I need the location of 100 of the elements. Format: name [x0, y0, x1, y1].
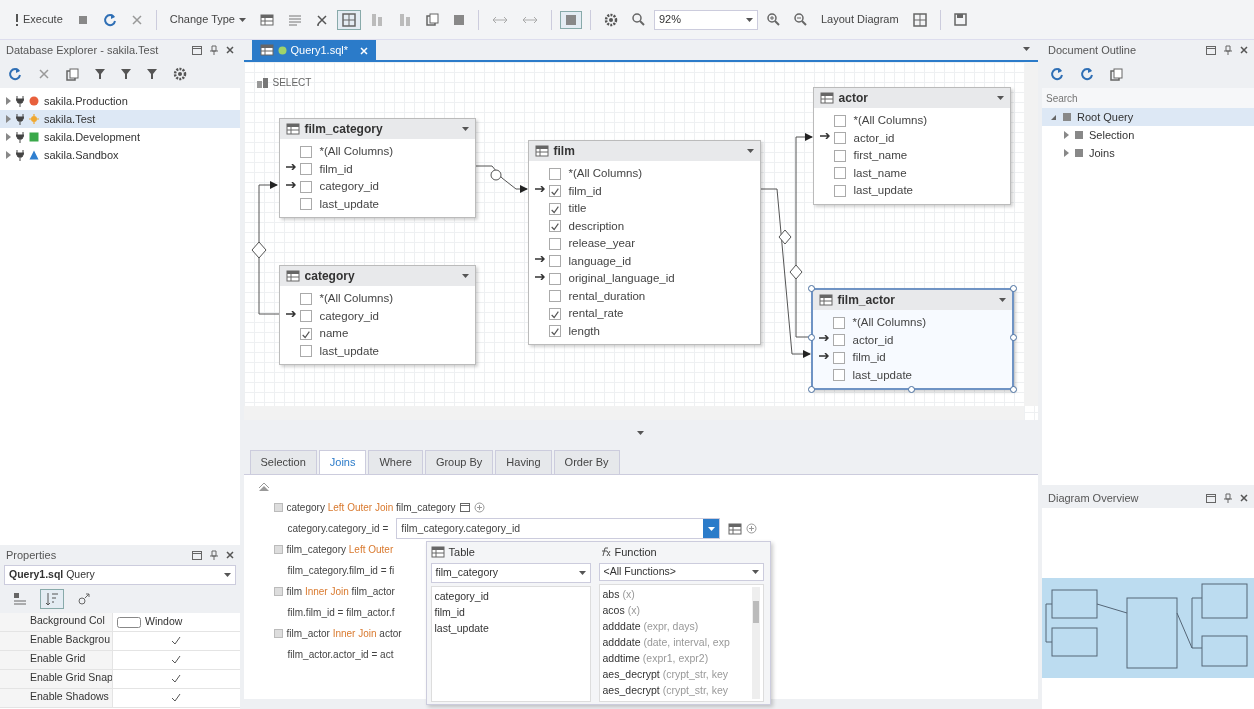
toolbar-button[interactable]	[560, 10, 582, 29]
toolbar-button[interactable]	[337, 9, 361, 30]
checkbox[interactable]	[299, 198, 312, 211]
checkbox[interactable]	[299, 310, 312, 323]
column-name: last_update	[319, 343, 379, 359]
refresh-icon	[102, 12, 117, 27]
function-item[interactable]: aes_decrypt (crypt_str, key	[602, 683, 752, 699]
connection-item[interactable]: sakila.Development	[0, 128, 240, 146]
query-tab[interactable]: Where	[368, 450, 423, 474]
checkbox[interactable]	[299, 292, 312, 305]
checkbox[interactable]	[548, 325, 561, 338]
type-dropdown[interactable]: Change Type	[164, 8, 251, 31]
window-icon	[191, 45, 202, 55]
column-name: rental_duration	[568, 288, 646, 304]
checkbox[interactable]	[832, 334, 845, 347]
vertical-scrollbar[interactable]	[1024, 62, 1038, 406]
checkbox[interactable]	[832, 316, 845, 329]
connection-item[interactable]: sakila.Production	[0, 92, 240, 110]
connection-item[interactable]: sakila.Sandbox	[0, 146, 240, 164]
node-icon	[1074, 130, 1084, 140]
checkbox[interactable]	[548, 290, 561, 303]
column-name: last_name	[853, 165, 907, 181]
sort-icon	[45, 592, 59, 606]
table-dropdown[interactable]: film_category	[430, 563, 591, 583]
resize-handle[interactable]	[1009, 334, 1017, 342]
search-field[interactable]: Search	[1042, 88, 1254, 108]
zoom-field[interactable]: 92%	[654, 9, 758, 30]
checkbox[interactable]	[299, 327, 312, 340]
gear-icon	[604, 12, 618, 27]
status-icon	[277, 45, 287, 55]
function-dropdown[interactable]: <All Functions>	[598, 563, 764, 581]
toolbar-button[interactable]: Execute	[10, 8, 68, 31]
connection-item[interactable]: sakila.Test	[0, 110, 240, 128]
checkbox[interactable]	[299, 180, 312, 193]
query-tab[interactable]: Selection	[249, 450, 317, 474]
expand-arrow-icon	[1064, 149, 1069, 157]
function-item[interactable]: addtime (expr1, expr2)	[602, 651, 752, 667]
funnel-icon	[147, 68, 157, 80]
resize-handle[interactable]	[1009, 285, 1017, 292]
object-selector[interactable]: Query1.sql Query	[4, 565, 236, 585]
list-scrollbar[interactable]	[751, 587, 760, 699]
checkbox[interactable]	[832, 369, 845, 382]
column-name: rental_rate	[568, 306, 624, 322]
checkbox[interactable]	[548, 272, 561, 285]
outline-item[interactable]: Root Query	[1042, 108, 1254, 126]
checkbox[interactable]	[548, 220, 561, 233]
table-box[interactable]: film *(All Columns) film_id title description release_year language_id original_language_id rental_duration rental_rate length	[527, 140, 761, 345]
resize-handle[interactable]	[908, 386, 916, 393]
function-item[interactable]: adddate (expr, days)	[602, 619, 752, 635]
checkbox[interactable]	[548, 307, 561, 320]
checkbox[interactable]	[832, 351, 845, 364]
checkbox[interactable]	[833, 114, 846, 127]
table-box[interactable]: actor *(All Columns) actor_id first_name last_name last_update	[812, 87, 1011, 205]
expand-arrow-icon	[6, 97, 11, 105]
grid-icon	[912, 12, 927, 27]
table-box[interactable]: category *(All Columns) category_id name last_update	[278, 265, 476, 365]
column-item[interactable]: category_id	[434, 589, 587, 605]
outline-item[interactable]: Selection	[1042, 126, 1254, 144]
expand-arrow-icon	[6, 115, 11, 123]
outline-item[interactable]: Joins	[1042, 144, 1254, 162]
query-tab[interactable]: Group By	[424, 450, 494, 474]
caret-icon	[1023, 46, 1030, 51]
checkbox[interactable]	[299, 145, 312, 158]
key-link-icon	[818, 352, 829, 359]
plug-icon	[16, 95, 24, 107]
view-mode-button[interactable]	[40, 589, 64, 609]
column-item[interactable]: film_id	[434, 605, 587, 621]
function-item[interactable]: aes_decrypt (crypt_str, key	[602, 667, 752, 683]
table-box[interactable]: film_category *(All Columns) film_id category_id last_update	[278, 118, 476, 218]
checkbox[interactable]	[299, 163, 312, 176]
checkbox[interactable]	[548, 167, 561, 180]
outline-label: Joins	[1089, 145, 1115, 161]
resize-handle[interactable]	[807, 334, 815, 342]
checkbox[interactable]	[299, 345, 312, 358]
column-item[interactable]: last_update	[434, 621, 587, 637]
resize-handle[interactable]	[807, 386, 815, 393]
resize-handle[interactable]	[807, 285, 815, 292]
funnel-icon	[95, 68, 105, 80]
checkbox[interactable]	[548, 202, 561, 215]
plug-icon	[16, 149, 24, 161]
condition-field[interactable]: film_category.category_id	[396, 518, 721, 539]
query-tab[interactable]: Having	[495, 450, 552, 474]
function-item[interactable]: abs (x)	[602, 587, 752, 603]
query-tab[interactable]: Joins	[318, 450, 367, 474]
checkbox[interactable]	[548, 185, 561, 198]
function-item[interactable]: adddate (date, interval, exp	[602, 635, 752, 651]
checkbox[interactable]	[833, 184, 846, 197]
toolbar-button[interactable]: Layout Diagram	[816, 8, 904, 31]
resize-handle[interactable]	[1009, 386, 1017, 393]
function-item[interactable]: acos (x)	[602, 603, 752, 619]
column-name: first_name	[853, 148, 908, 164]
checkbox[interactable]	[548, 237, 561, 250]
checkbox[interactable]	[548, 255, 561, 268]
checkbox[interactable]	[833, 149, 846, 162]
checkbox[interactable]	[833, 132, 846, 145]
document-tab[interactable]: Query1.sql*	[251, 40, 376, 60]
table-box[interactable]: film_actor *(All Columns) actor_id film_id last_update	[810, 288, 1014, 390]
table-icon	[728, 523, 743, 536]
query-tab[interactable]: Order By	[553, 450, 620, 474]
checkbox[interactable]	[833, 167, 846, 180]
